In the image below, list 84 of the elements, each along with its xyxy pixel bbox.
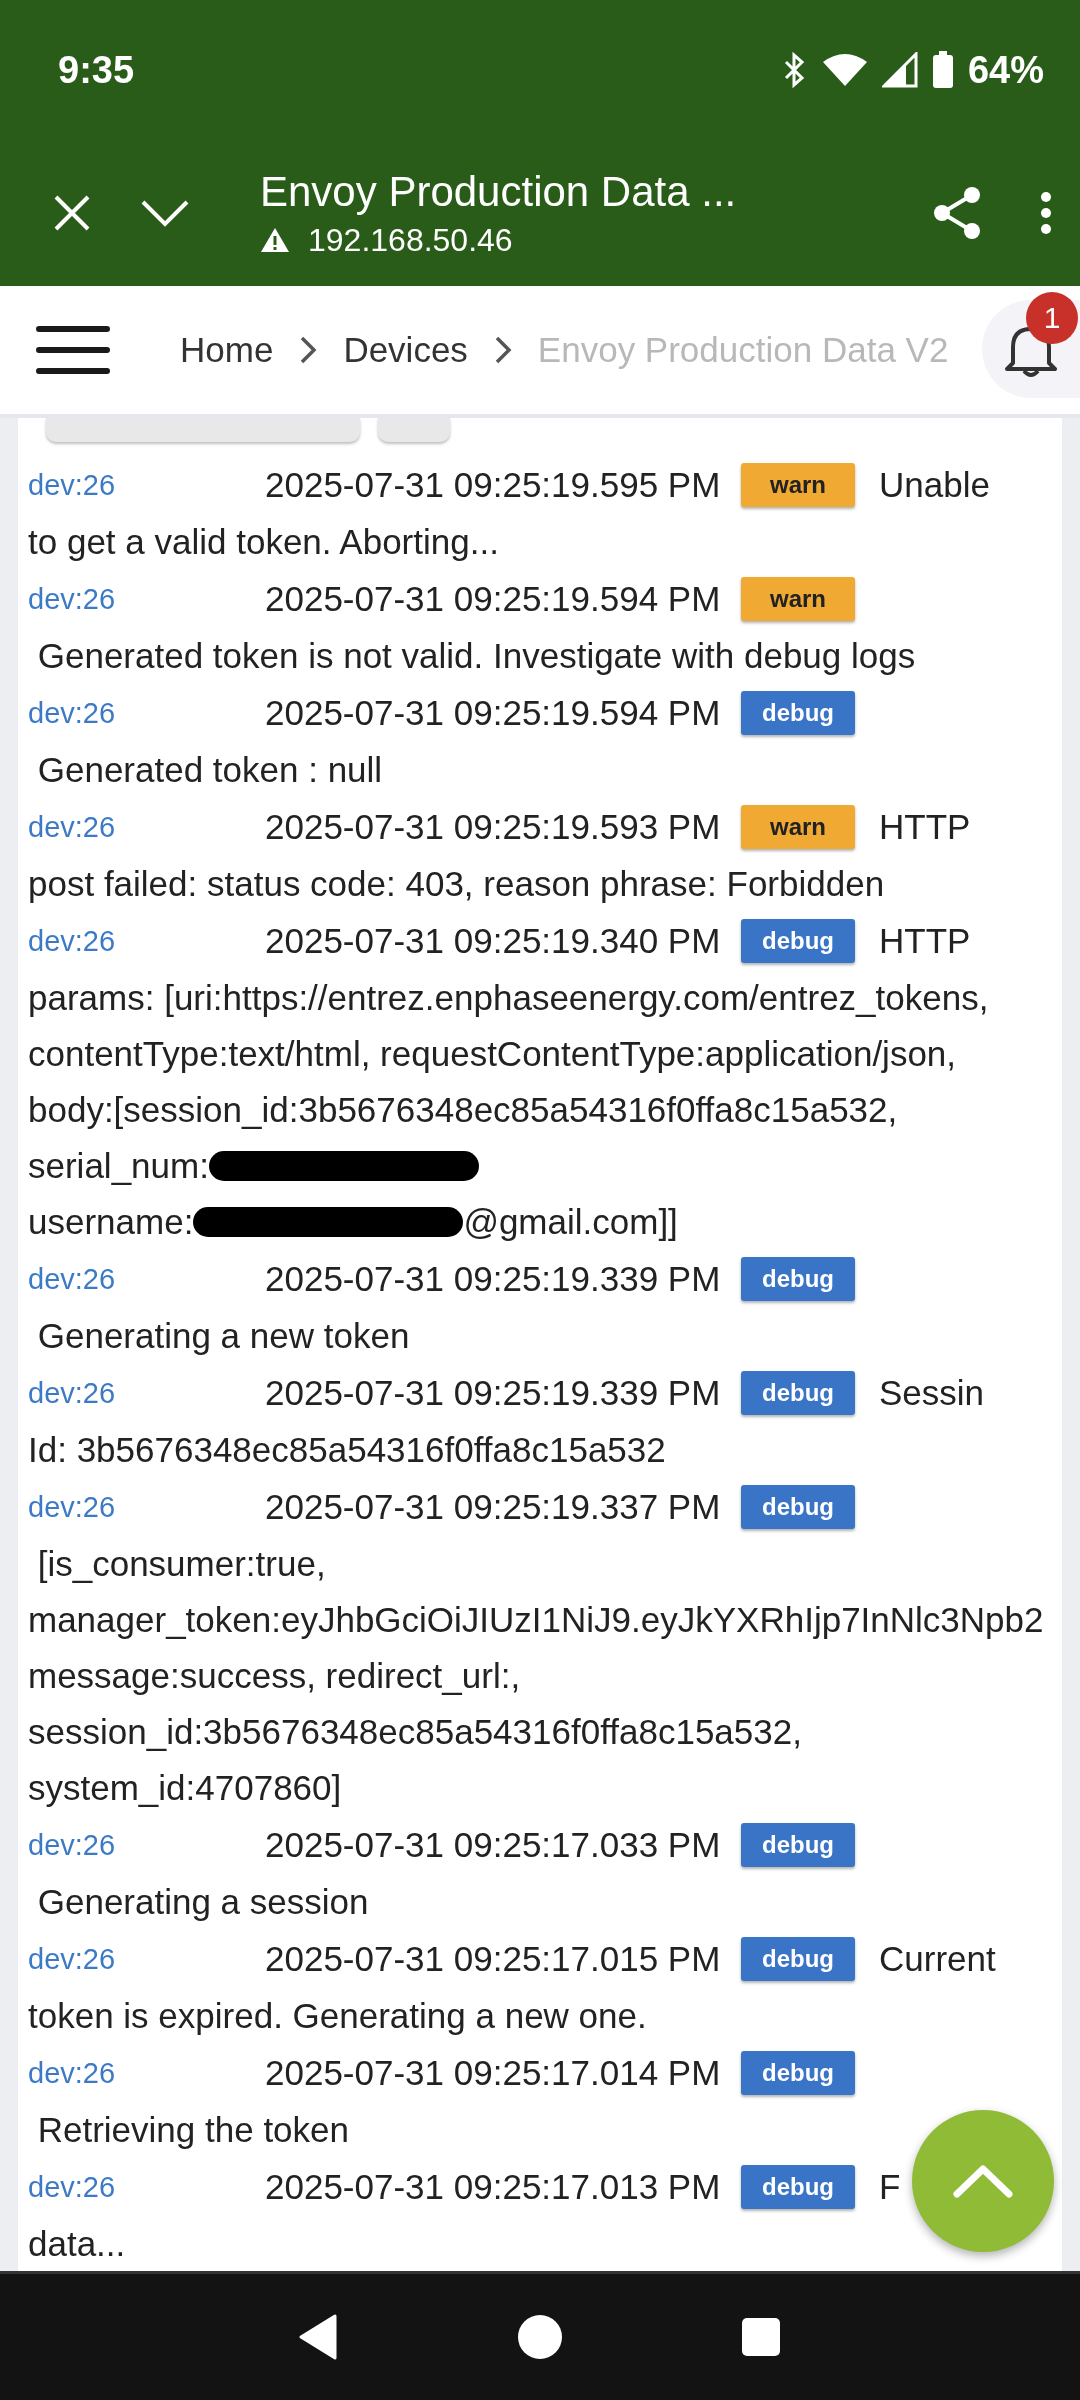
log-timestamp: 2025-07-31 09:25:19.593 PM	[265, 807, 722, 847]
log-message: to get a valid token. Aborting...	[28, 522, 499, 562]
device-link[interactable]: dev:26	[28, 468, 265, 502]
log-timestamp: 2025-07-31 09:25:17.033 PM	[265, 1825, 722, 1865]
log-level-badge: debug	[741, 1823, 855, 1867]
chevron-right-icon	[299, 335, 318, 365]
log-timestamp: 2025-07-31 09:25:19.339 PM	[265, 1259, 722, 1299]
wifi-icon	[821, 52, 868, 88]
log-message: body:[session_id:3b5676348ec85a54316f0ffa8c15a532,	[28, 1090, 898, 1130]
log-message: system_id:4707860]	[28, 1768, 342, 1808]
device-link[interactable]: dev:26	[28, 2170, 265, 2204]
log-timestamp: 2025-07-31 09:25:19.594 PM	[265, 693, 722, 733]
log-message: post failed: status code: 403, reason phrase: Forbidden	[28, 864, 885, 904]
log-level-badge: debug	[741, 1257, 855, 1301]
log-message: @gmail.com]]	[463, 1202, 678, 1242]
log-timestamp: 2025-07-31 09:25:17.015 PM	[265, 1939, 722, 1979]
log-message: message:success, redirect_url:,	[28, 1656, 521, 1696]
page-title: Envoy Production Data ...	[260, 167, 738, 216]
battery-icon	[931, 51, 954, 89]
log-level-badge: warn	[741, 463, 855, 507]
log-level-badge: debug	[741, 1371, 855, 1415]
log-message: [is_consumer:true,	[36, 1544, 326, 1584]
device-link[interactable]: dev:26	[28, 924, 265, 958]
more-options-icon[interactable]	[1040, 191, 1052, 235]
log-level-badge: warn	[741, 805, 855, 849]
device-link[interactable]: dev:26	[28, 1376, 265, 1410]
device-link[interactable]: dev:26	[28, 2056, 265, 2090]
device-link[interactable]: dev:26	[28, 1262, 265, 1296]
log-message: data...	[28, 2224, 126, 2264]
log-message: params: [uri:https://entrez.enphaseenergy.com/entrez_tokens,	[28, 978, 989, 1018]
log-level-badge: warn	[741, 577, 855, 621]
log-message: session_id:3b5676348ec85a54316f0ffa8c15a532,	[28, 1712, 802, 1752]
log-level-badge: debug	[741, 691, 855, 735]
signal-icon	[881, 52, 918, 88]
log-message: Generating a session	[36, 1882, 369, 1922]
breadcrumb-link[interactable]: Devices	[343, 330, 468, 370]
battery-percent: 64%	[967, 48, 1044, 92]
page-url: 192.168.50.46	[308, 221, 513, 259]
log-message: contentType:text/html, requestContentType:application/json,	[28, 1034, 957, 1074]
log-timestamp: 2025-07-31 09:25:19.340 PM	[265, 921, 722, 961]
log-message: HTTP	[879, 807, 971, 847]
log-message: manager_token:eyJhbGciOiJIUzI1NiJ9.eyJkYXRhIjp7InNlc3Npb2	[28, 1600, 1044, 1640]
log-level-badge: debug	[741, 2051, 855, 2095]
log-timestamp: 2025-07-31 09:25:17.013 PM	[265, 2167, 722, 2207]
log-message: token is expired. Generating a new one.	[28, 1996, 647, 2036]
log-level-badge: debug	[741, 1485, 855, 1529]
log-message: serial_num:	[28, 1146, 209, 1186]
device-link[interactable]: dev:26	[28, 582, 265, 616]
log-message: F	[879, 2167, 901, 2207]
log-level-badge: debug	[741, 2165, 855, 2209]
log-message: Generated token is not valid. Investigate with debug logs	[36, 636, 916, 676]
status-time: 9:35	[58, 48, 135, 92]
close-icon[interactable]	[52, 193, 92, 233]
log-timestamp: 2025-07-31 09:25:19.339 PM	[265, 1373, 722, 1413]
log-level-badge: debug	[741, 1937, 855, 1981]
device-link[interactable]: dev:26	[28, 1942, 265, 1976]
warning-icon	[260, 227, 290, 253]
chevron-up-icon	[953, 2164, 1013, 2198]
device-link[interactable]: dev:26	[28, 810, 265, 844]
menu-icon[interactable]	[36, 325, 110, 375]
chevron-down-icon[interactable]	[140, 198, 190, 228]
breadcrumb-link[interactable]: Home	[180, 330, 274, 370]
device-link[interactable]: dev:26	[28, 696, 265, 730]
log-timestamp: 2025-07-31 09:25:19.337 PM	[265, 1487, 722, 1527]
back-icon[interactable]	[299, 2314, 339, 2360]
log-message: Current	[879, 1939, 996, 1979]
log-level-badge: debug	[741, 919, 855, 963]
chevron-right-icon	[493, 335, 512, 365]
log-message: Sessin	[879, 1373, 985, 1413]
log-message: Retrieving the token	[36, 2110, 349, 2150]
home-icon[interactable]	[517, 2314, 563, 2360]
device-link[interactable]: dev:26	[28, 1490, 265, 1524]
log-timestamp: 2025-07-31 09:25:17.014 PM	[265, 2053, 722, 2093]
share-icon[interactable]	[932, 186, 982, 240]
log-timestamp: 2025-07-31 09:25:19.595 PM	[265, 465, 722, 505]
log-message: Generated token : null	[36, 750, 383, 790]
log-message: Id: 3b5676348ec85a54316f0ffa8c15a532	[28, 1430, 666, 1470]
log-message: Generating a new token	[36, 1316, 410, 1356]
recents-icon[interactable]	[741, 2317, 781, 2357]
device-link[interactable]: dev:26	[28, 1828, 265, 1862]
log-timestamp: 2025-07-31 09:25:19.594 PM	[265, 579, 722, 619]
log-message: HTTP	[879, 921, 971, 961]
log-message: username:	[28, 1202, 194, 1242]
log-message: Unable	[879, 465, 990, 505]
